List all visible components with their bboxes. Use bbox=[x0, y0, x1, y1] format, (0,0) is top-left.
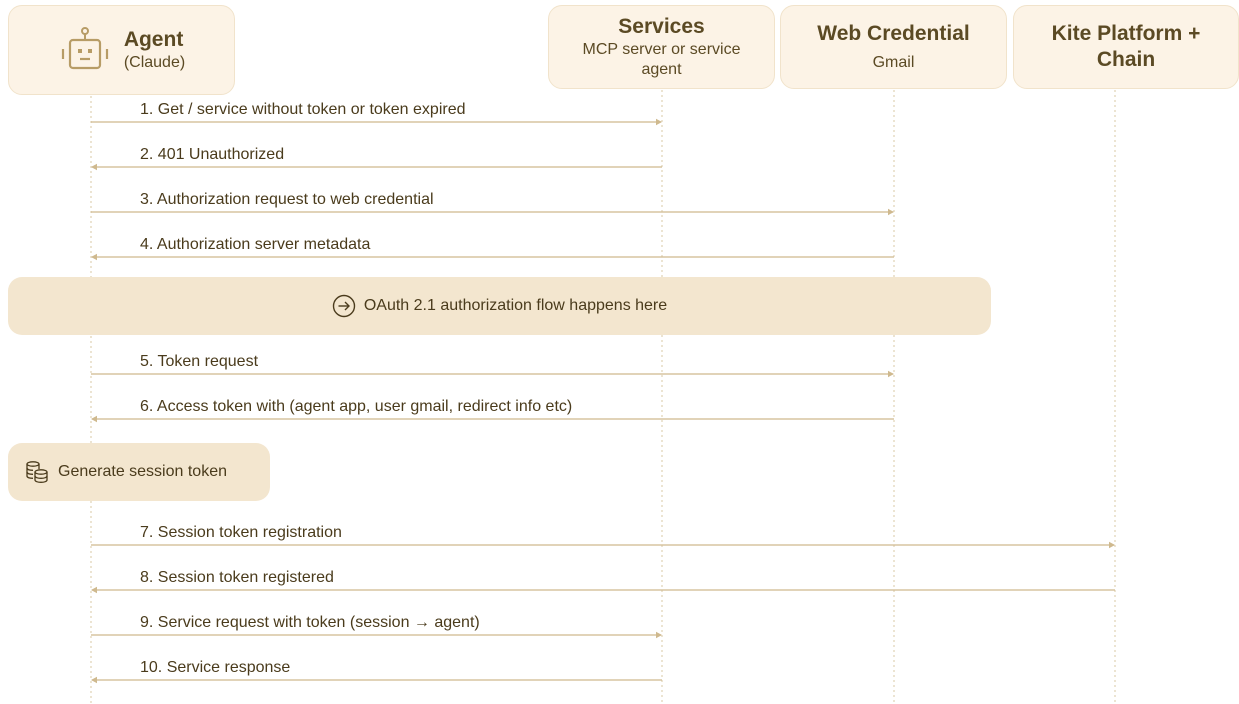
message-label-10: 10. Service response bbox=[140, 659, 291, 676]
message-label-5: 5. Token request bbox=[140, 353, 259, 370]
message-label-9: 9. Service request with token (session →… bbox=[140, 614, 480, 631]
message-label-1: 1. Get / service without token or token … bbox=[140, 101, 466, 118]
session-token-text: Generate session token bbox=[58, 463, 227, 480]
session-token-note: Generate session token bbox=[8, 443, 270, 501]
oauth-flow-note: OAuth 2.1 authorization flow happens her… bbox=[8, 277, 991, 335]
database-icon bbox=[26, 461, 48, 483]
oauth-flow-text: OAuth 2.1 authorization flow happens her… bbox=[363, 297, 668, 314]
arrow-circle-right-icon bbox=[332, 294, 356, 318]
message-label-4: 4. Authorization server metadata bbox=[140, 236, 371, 253]
message-label-3: 3. Authorization request to web credenti… bbox=[140, 191, 434, 208]
message-label-7: 7. Session token registration bbox=[140, 524, 342, 541]
message-label-6: 6. Access token with (agent app, user gm… bbox=[140, 398, 573, 415]
message-label-8: 8. Session token registered bbox=[140, 569, 334, 586]
message-label-2: 2. 401 Unauthorized bbox=[140, 146, 285, 163]
